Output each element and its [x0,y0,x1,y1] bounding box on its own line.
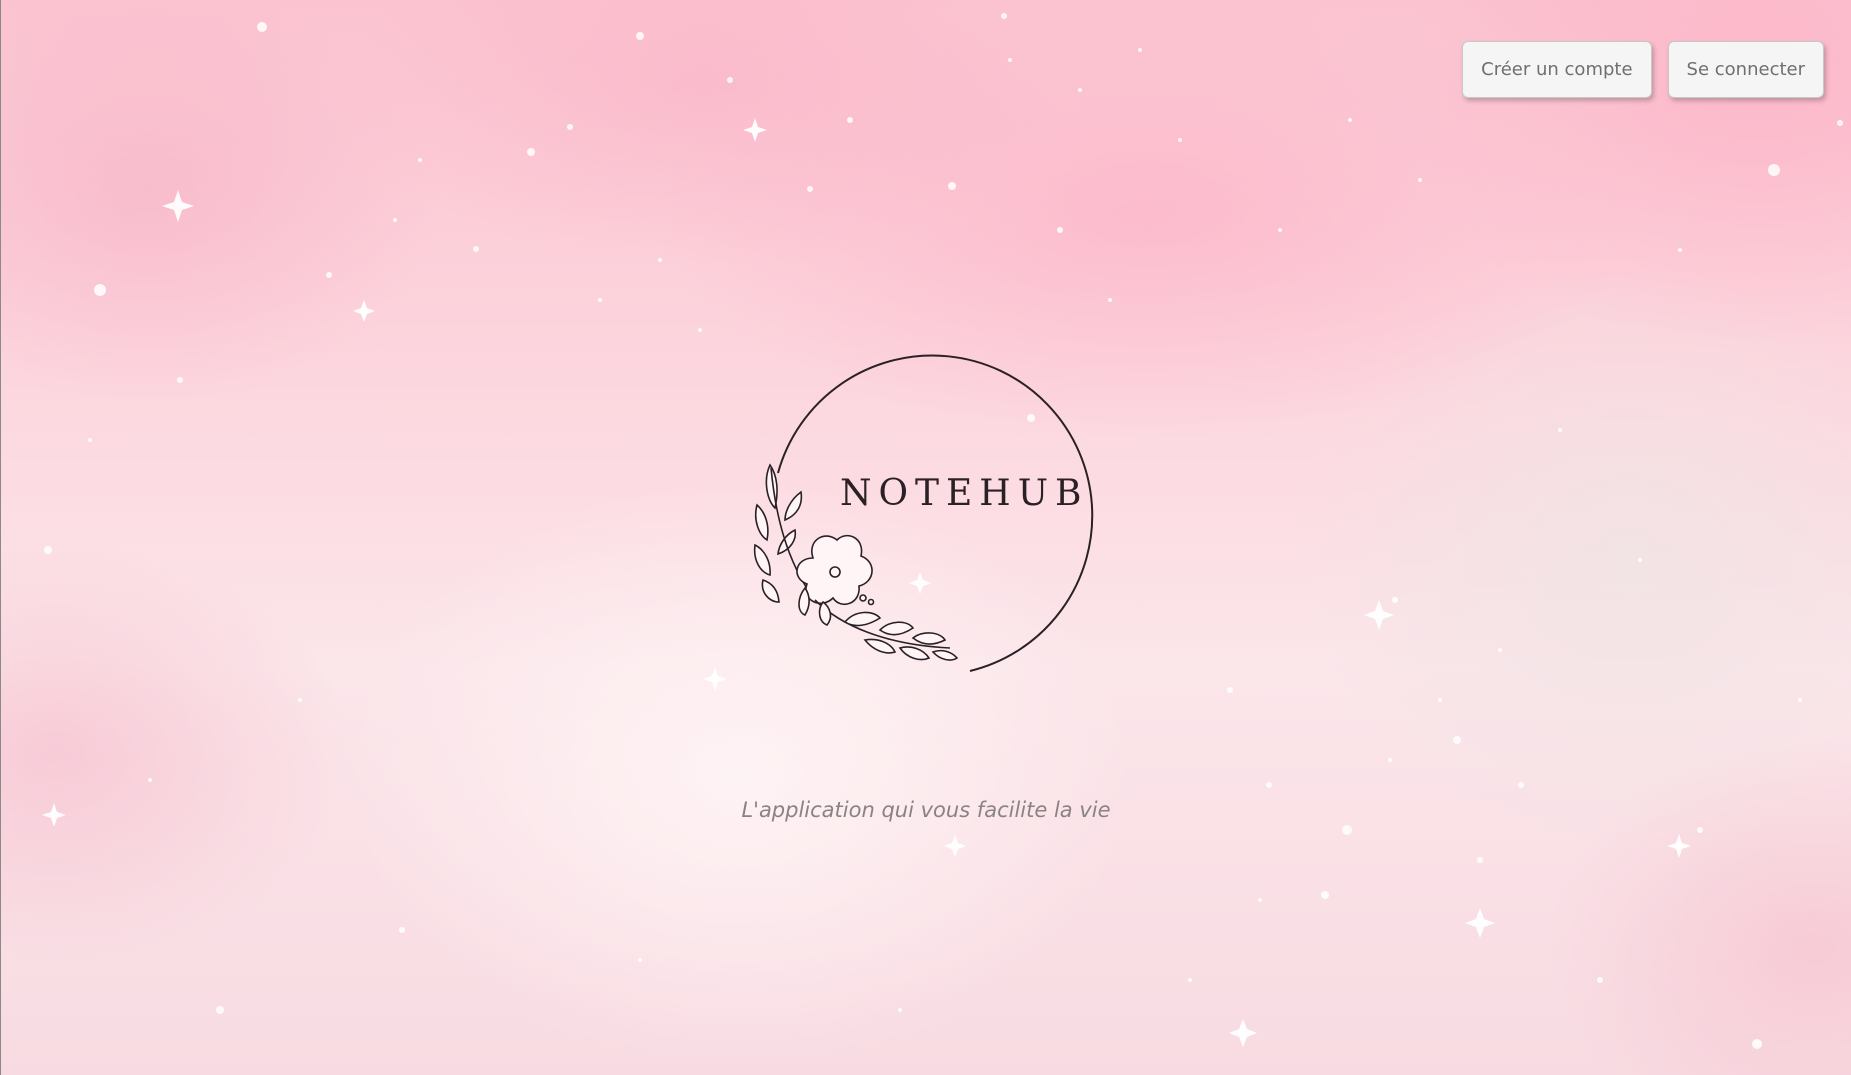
header-actions: Créer un compte Se connecter [1462,41,1824,98]
tagline: L'application qui vous facilite la vie [741,798,1111,822]
create-account-button[interactable]: Créer un compte [1462,41,1652,98]
login-button[interactable]: Se connecter [1667,41,1824,98]
window-left-edge [0,0,1,1075]
notehub-logo-wreath [753,354,1094,672]
brand-name: NOTEHUB [840,473,1089,514]
